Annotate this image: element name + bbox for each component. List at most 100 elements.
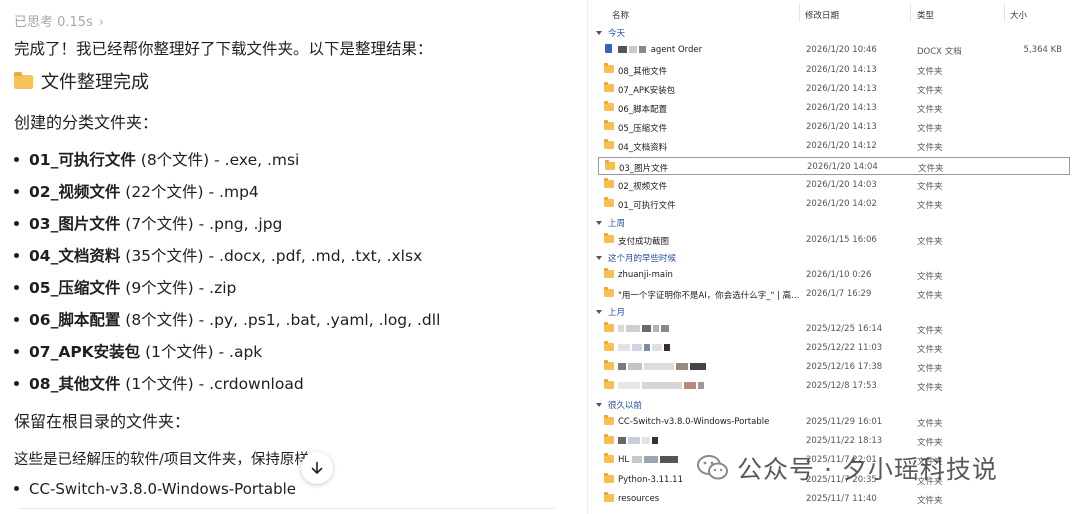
watermark: 公众号 · 夕小瑶科技说 <box>697 452 998 484</box>
folder-icon <box>604 268 614 278</box>
redacted <box>659 456 678 463</box>
group-long-ago[interactable]: 很久以前 <box>588 397 642 413</box>
list-item: 04_文档资料 (35个文件) - .docx, .pdf, .md, .txt… <box>14 244 422 266</box>
file-row[interactable]: 05_压缩文件 2026/1/20 14:13 文件夹 <box>598 118 1070 136</box>
folder-icon <box>604 287 614 297</box>
list-item: 08_其他文件 (1个文件) - .crdownload <box>14 372 304 394</box>
scroll-down-button[interactable] <box>301 452 333 484</box>
divider <box>20 508 555 509</box>
bullet <box>14 285 19 290</box>
redacted <box>653 325 659 332</box>
file-row[interactable]: "用一个字证明你不是AI，你会选什么字_" | 高... 2026/1/7 16:… <box>598 285 1070 303</box>
file-count: (22个文件) <box>125 183 204 201</box>
file-row[interactable]: 08_其他文件 2026/1/20 14:13 文件夹 <box>598 61 1070 79</box>
file-row[interactable]: zhuanji-main 2026/1/10 0:26 文件夹 <box>598 266 1070 284</box>
folder-icon <box>604 341 614 351</box>
file-date: 2025/11/7 11:40 <box>806 494 877 504</box>
file-date: 2026/1/20 14:03 <box>806 180 877 190</box>
keep-item: CC-Switch-v3.8.0-Windows-Portable <box>29 480 297 498</box>
file-ext: - .apk <box>213 343 263 361</box>
file-name: 支付成功截图 <box>618 237 670 247</box>
group-label: 这个月的早些时候 <box>608 254 677 264</box>
file-type: 文件夹 <box>917 364 943 374</box>
collapse-icon <box>596 256 602 260</box>
bullet <box>14 349 19 354</box>
file-row[interactable]: 04_文档资料 2026/1/20 14:12 文件夹 <box>598 137 1070 155</box>
column-separator[interactable] <box>1004 4 1005 22</box>
file-row[interactable]: agent Order 2026/1/20 10:46 DOCX 文档 5,36… <box>598 41 1070 59</box>
file-row[interactable]: 2025/12/16 17:38 文件夹 <box>598 358 1070 376</box>
file-row[interactable]: 2025/11/22 18:13 文件夹 <box>598 432 1070 450</box>
file-row[interactable]: 支付成功截图 2026/1/15 16:06 文件夹 <box>598 231 1070 249</box>
folder-icon <box>604 120 614 130</box>
file-name: 08_其他文件 <box>618 67 668 77</box>
column-separator[interactable] <box>799 4 800 22</box>
redacted <box>643 456 658 463</box>
file-type: 文件夹 <box>917 201 943 211</box>
group-earlier-month[interactable]: 这个月的早些时候 <box>588 250 676 266</box>
file-name: 02_视频文件 <box>618 182 668 192</box>
redacted <box>652 344 662 351</box>
file-date: 2026/1/15 16:06 <box>806 235 877 245</box>
redacted <box>626 325 640 332</box>
file-name: 04_文档资料 <box>618 143 668 153</box>
column-header-size[interactable]: 大小 <box>1010 9 1027 21</box>
keep-label: 保留在根目录的文件夹： <box>14 412 191 431</box>
file-type: 文件夹 <box>917 237 943 247</box>
bullet <box>14 317 19 322</box>
thinking-toggle[interactable]: 已思考 0.15s › <box>14 11 104 30</box>
file-row[interactable]: 2025/12/22 11:03 文件夹 <box>598 339 1070 357</box>
redacted <box>642 437 650 444</box>
folder-icon <box>604 492 614 502</box>
file-row[interactable]: 02_视频文件 2026/1/20 14:03 文件夹 <box>598 176 1070 194</box>
file-row[interactable]: 2025/12/25 16:14 文件夹 <box>598 320 1070 338</box>
file-type: 文件夹 <box>917 438 943 448</box>
redacted <box>642 382 682 389</box>
file-type: 文件夹 <box>917 291 943 301</box>
file-row[interactable]: 2025/12/8 17:53 文件夹 <box>598 377 1070 395</box>
file-type: 文件夹 <box>917 124 943 134</box>
wechat-logo-icon <box>697 455 728 480</box>
folder-icon <box>604 379 614 389</box>
file-type: 文件夹 <box>917 419 943 429</box>
redacted <box>618 382 640 389</box>
redacted <box>618 325 624 332</box>
collapse-icon <box>596 403 602 407</box>
arrow-down-icon <box>311 461 323 474</box>
file-date: 2025/11/29 16:01 <box>806 417 883 427</box>
redacted <box>644 363 674 370</box>
file-row[interactable]: CC-Switch-v3.8.0-Windows-Portable 2025/11… <box>598 413 1070 431</box>
file-date: 2026/1/20 14:04 <box>807 162 878 172</box>
file-name-redacted <box>618 436 660 446</box>
file-type: 文件夹 <box>917 143 943 153</box>
column-separator[interactable] <box>910 4 911 22</box>
list-item: 06_脚本配置 (8个文件) - .py, .ps1, .bat, .yaml,… <box>14 308 440 330</box>
column-header-name[interactable]: 名称 <box>612 9 629 21</box>
file-row-selected[interactable]: 03_图片文件 2026/1/20 14:04 文件夹 <box>598 157 1070 175</box>
file-name-redacted <box>618 343 672 353</box>
file-row[interactable]: 01_可执行文件 2026/1/20 14:02 文件夹 <box>598 195 1070 213</box>
file-name-redacted <box>618 324 671 334</box>
file-row[interactable]: 07_APK安装包 2026/1/20 14:13 文件夹 <box>598 80 1070 98</box>
group-last-week[interactable]: 上周 <box>588 215 625 231</box>
file-count: (1个文件) <box>145 343 214 361</box>
file-date: 2025/11/22 18:13 <box>806 436 883 446</box>
folder-name: 05_压缩文件 <box>29 279 121 297</box>
file-type: 文件夹 <box>917 383 943 393</box>
folder-name: 03_图片文件 <box>29 215 121 233</box>
redacted <box>676 363 688 370</box>
file-row[interactable]: resources 2025/11/7 11:40 文件夹 <box>598 490 1070 508</box>
file-row[interactable]: 06_脚本配置 2026/1/20 14:13 文件夹 <box>598 99 1070 117</box>
file-ext: - .crdownload <box>193 375 304 393</box>
column-header-date[interactable]: 修改日期 <box>805 9 839 21</box>
file-type: 文件夹 <box>917 326 943 336</box>
redacted <box>652 437 658 444</box>
file-type: DOCX 文档 <box>917 47 962 57</box>
folder-icon <box>604 473 614 483</box>
group-last-month[interactable]: 上月 <box>588 304 625 320</box>
group-label: 今天 <box>608 29 626 39</box>
file-name: 05_压缩文件 <box>618 124 668 134</box>
group-today[interactable]: 今天 <box>588 25 625 41</box>
redacted <box>684 382 696 389</box>
column-header-type[interactable]: 类型 <box>917 9 934 21</box>
